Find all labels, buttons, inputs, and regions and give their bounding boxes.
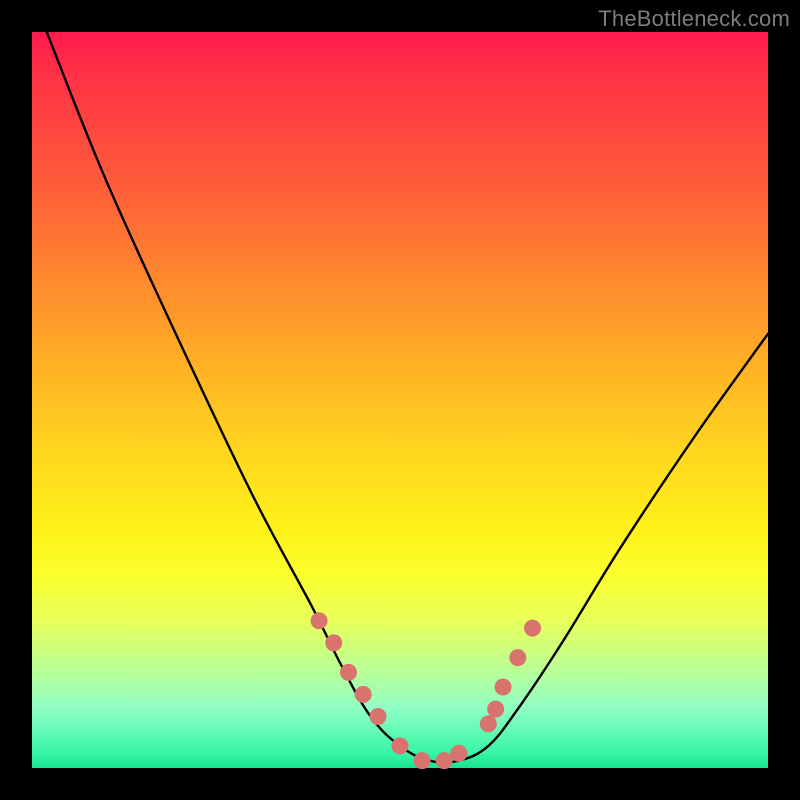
marker-point [311,612,328,629]
marker-point [487,701,504,718]
marker-point [392,737,409,754]
marker-point [495,679,512,696]
marker-point [436,752,453,769]
curve-markers [311,612,541,769]
marker-point [450,745,467,762]
marker-point [414,752,431,769]
marker-point [355,686,372,703]
curve-line [47,32,768,763]
watermark-text: TheBottleneck.com [598,6,790,32]
marker-point [480,715,497,732]
chart-svg [32,32,768,768]
chart-frame: TheBottleneck.com [0,0,800,800]
marker-point [524,620,541,637]
plot-area [32,32,768,768]
bottleneck-curve-path [47,32,768,763]
marker-point [509,649,526,666]
marker-point [325,634,342,651]
marker-point [340,664,357,681]
marker-point [369,708,386,725]
